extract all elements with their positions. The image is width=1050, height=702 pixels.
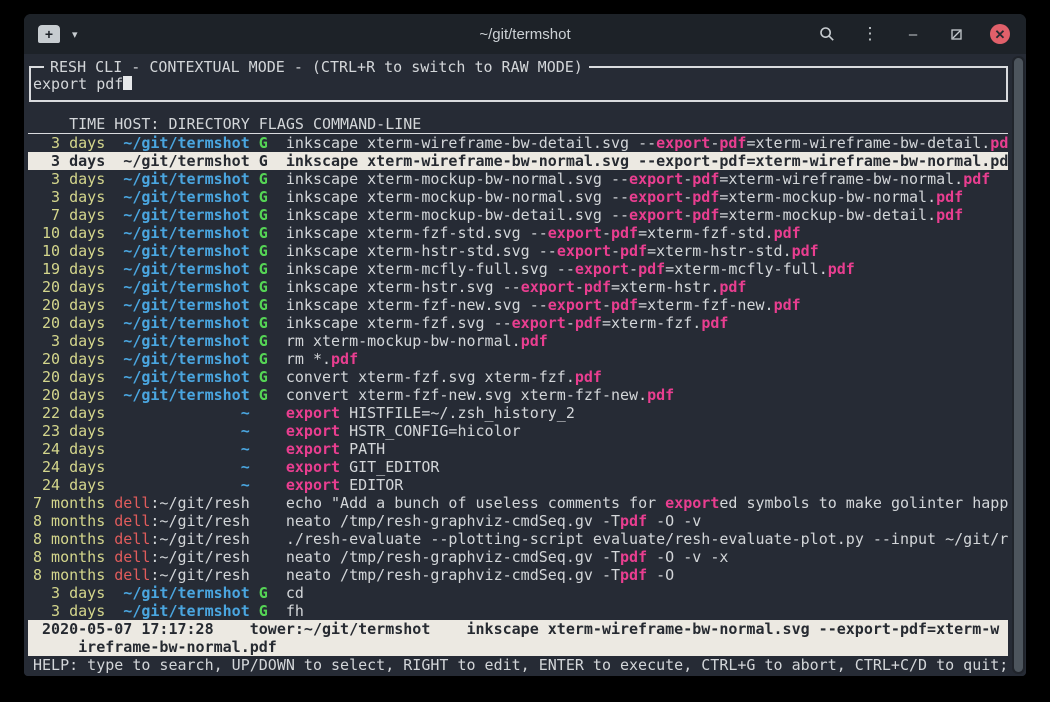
history-row[interactable]: 20 days ~/git/termshot G inkscape xterm-…: [28, 314, 1008, 332]
status-line-1: 2020-05-07 17:17:28 tower:~/git/termshot…: [28, 620, 1008, 638]
history-row[interactable]: 3 days ~/git/termshot G inkscape xterm-m…: [28, 170, 1008, 188]
history-row[interactable]: 7 months dell:~/git/resh echo "Add a bun…: [28, 494, 1008, 512]
history-row[interactable]: 20 days ~/git/termshot G inkscape xterm-…: [28, 278, 1008, 296]
menu-kebab-icon[interactable]: ⋮: [861, 25, 879, 43]
prompt-box-title: RESH CLI - CONTEXTUAL MODE - (CTRL+R to …: [44, 58, 589, 76]
close-button[interactable]: ✕: [990, 24, 1010, 44]
history-row[interactable]: 20 days ~/git/termshot G convert xterm-f…: [28, 386, 1008, 404]
selected-entry-status: 2020-05-07 17:17:28 tower:~/git/termshot…: [28, 620, 1008, 656]
history-row[interactable]: 3 days ~/git/termshot G rm xterm-mockup-…: [28, 332, 1008, 350]
history-row[interactable]: 20 days ~/git/termshot G rm *.pdf: [28, 350, 1008, 368]
history-row[interactable]: 3 days ~/git/termshot G inkscape xterm-w…: [28, 134, 1008, 152]
terminal-window: + ▾ ~/git/termshot ⋮ –: [24, 14, 1026, 676]
history-row[interactable]: 24 days ~ export GIT_EDITOR: [28, 458, 1008, 476]
restore-button[interactable]: [947, 25, 965, 43]
status-line-2: ireframe-bw-normal.pdf: [28, 638, 1008, 656]
history-row[interactable]: 24 days ~ export EDITOR: [28, 476, 1008, 494]
history-row[interactable]: 23 days ~ export HSTR_CONFIG=hicolor: [28, 422, 1008, 440]
history-table-header: TIME HOST: DIRECTORY FLAGS COMMAND-LINE: [28, 115, 1008, 134]
history-row[interactable]: 3 days ~/git/termshot G cd: [28, 584, 1008, 602]
resh-prompt-box: RESH CLI - CONTEXTUAL MODE - (CTRL+R to …: [29, 66, 1008, 102]
history-row[interactable]: 22 days ~ export HISTFILE=~/.zsh_history…: [28, 404, 1008, 422]
history-row[interactable]: 10 days ~/git/termshot G inkscape xterm-…: [28, 242, 1008, 260]
text-cursor: [123, 74, 132, 90]
history-row[interactable]: 8 months dell:~/git/resh ./resh-evaluate…: [28, 530, 1008, 548]
history-row[interactable]: 10 days ~/git/termshot G inkscape xterm-…: [28, 224, 1008, 242]
history-row[interactable]: 20 days ~/git/termshot G inkscape xterm-…: [28, 296, 1008, 314]
history-row[interactable]: 3 days ~/git/termshot G inkscape xterm-m…: [28, 188, 1008, 206]
history-row[interactable]: 8 months dell:~/git/resh neato /tmp/resh…: [28, 512, 1008, 530]
history-row[interactable]: 20 days ~/git/termshot G convert xterm-f…: [28, 368, 1008, 386]
new-tab-button[interactable]: +: [38, 25, 60, 43]
close-icon: ✕: [995, 28, 1006, 41]
history-row[interactable]: 7 days ~/git/termshot G inkscape xterm-m…: [28, 206, 1008, 224]
history-row-selected[interactable]: 3 days ~/git/termshot G inkscape xterm-w…: [28, 152, 1008, 170]
history-row[interactable]: 8 months dell:~/git/resh neato /tmp/resh…: [28, 548, 1008, 566]
chevron-down-icon[interactable]: ▾: [72, 28, 78, 41]
history-row[interactable]: 8 months dell:~/git/resh neato /tmp/resh…: [28, 566, 1008, 584]
history-row[interactable]: 24 days ~ export PATH: [28, 440, 1008, 458]
terminal-content: RESH CLI - CONTEXTUAL MODE - (CTRL+R to …: [24, 54, 1026, 676]
history-row[interactable]: 19 days ~/git/termshot G inkscape xterm-…: [28, 260, 1008, 278]
search-icon[interactable]: [818, 25, 836, 43]
scrollbar-thumb[interactable]: [1014, 58, 1023, 672]
scrollbar[interactable]: [1012, 56, 1025, 674]
search-query: export pdf: [33, 75, 123, 93]
titlebar: + ▾ ~/git/termshot ⋮ –: [24, 14, 1026, 54]
history-row[interactable]: 3 days ~/git/termshot G fh: [28, 602, 1008, 620]
help-line: HELP: type to search, UP/DOWN to select,…: [28, 656, 1008, 674]
plus-icon: +: [45, 27, 53, 41]
history-rows: 3 days ~/git/termshot G inkscape xterm-w…: [28, 134, 1008, 620]
minimize-button[interactable]: –: [904, 25, 922, 43]
